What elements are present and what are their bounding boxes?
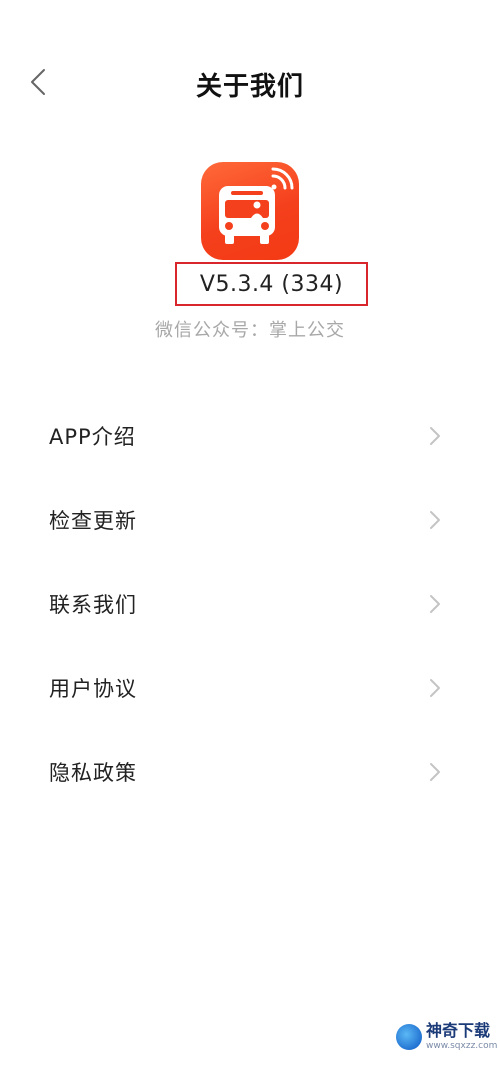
wechat-account-label: 微信公众号：掌上公交 (155, 320, 345, 341)
watermark-title: 神奇下载 (426, 1021, 491, 1040)
menu-item-label: 检查更新 (49, 509, 137, 533)
menu-item-check-update[interactable]: 检查更新 (0, 478, 500, 562)
version-label: V5.3.4 (334) (199, 271, 344, 297)
page-title: 关于我们 (195, 72, 304, 102)
menu-item-contact-us[interactable]: 联系我们 (0, 562, 500, 646)
watermark-url: www.sqxzz.com (426, 1041, 498, 1051)
watermark: 神奇下载 www.sqxzz.com (396, 1014, 498, 1060)
menu-item-privacy-policy[interactable]: 隐私政策 (0, 730, 500, 814)
menu-item-user-agreement[interactable]: 用户协议 (0, 646, 500, 730)
menu-item-label: 联系我们 (49, 593, 137, 617)
header-bar: 关于我们 (0, 52, 500, 112)
chevron-right-icon (430, 763, 440, 781)
version-highlight-box: V5.3.4 (334) (175, 262, 368, 306)
menu-item-label: APP介绍 (49, 425, 136, 449)
chevron-right-icon (430, 427, 440, 445)
menu-item-app-intro[interactable]: APP介绍 (0, 394, 500, 478)
bus-wifi-icon (201, 162, 299, 260)
menu-item-label: 用户协议 (49, 677, 137, 701)
chevron-right-icon (430, 679, 440, 697)
chevron-right-icon (430, 511, 440, 529)
watermark-logo-icon (396, 1024, 422, 1050)
chevron-right-icon (430, 595, 440, 613)
settings-menu: APP介绍 检查更新 联系我们 用户协议 隐私政策 (0, 394, 500, 814)
menu-item-label: 隐私政策 (49, 761, 137, 785)
